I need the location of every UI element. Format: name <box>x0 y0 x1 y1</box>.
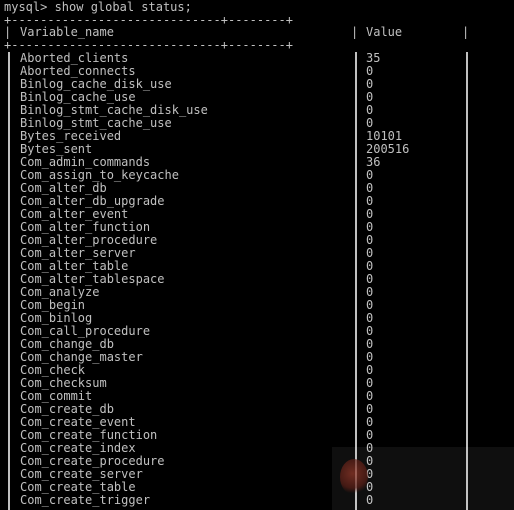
table-right-rule <box>466 52 468 510</box>
table-middle-rule <box>355 52 357 510</box>
table-left-rule <box>8 52 10 510</box>
column-header-value: Value <box>366 25 403 39</box>
terminal-window[interactable]: mysql> show global status; +------------… <box>0 0 514 510</box>
header-right-pipe: | <box>462 25 470 39</box>
header-middle-pipe: | <box>351 25 359 39</box>
variable-name-cell: Com_create_trigger <box>20 493 151 507</box>
watermark-logo-icon <box>340 459 368 495</box>
